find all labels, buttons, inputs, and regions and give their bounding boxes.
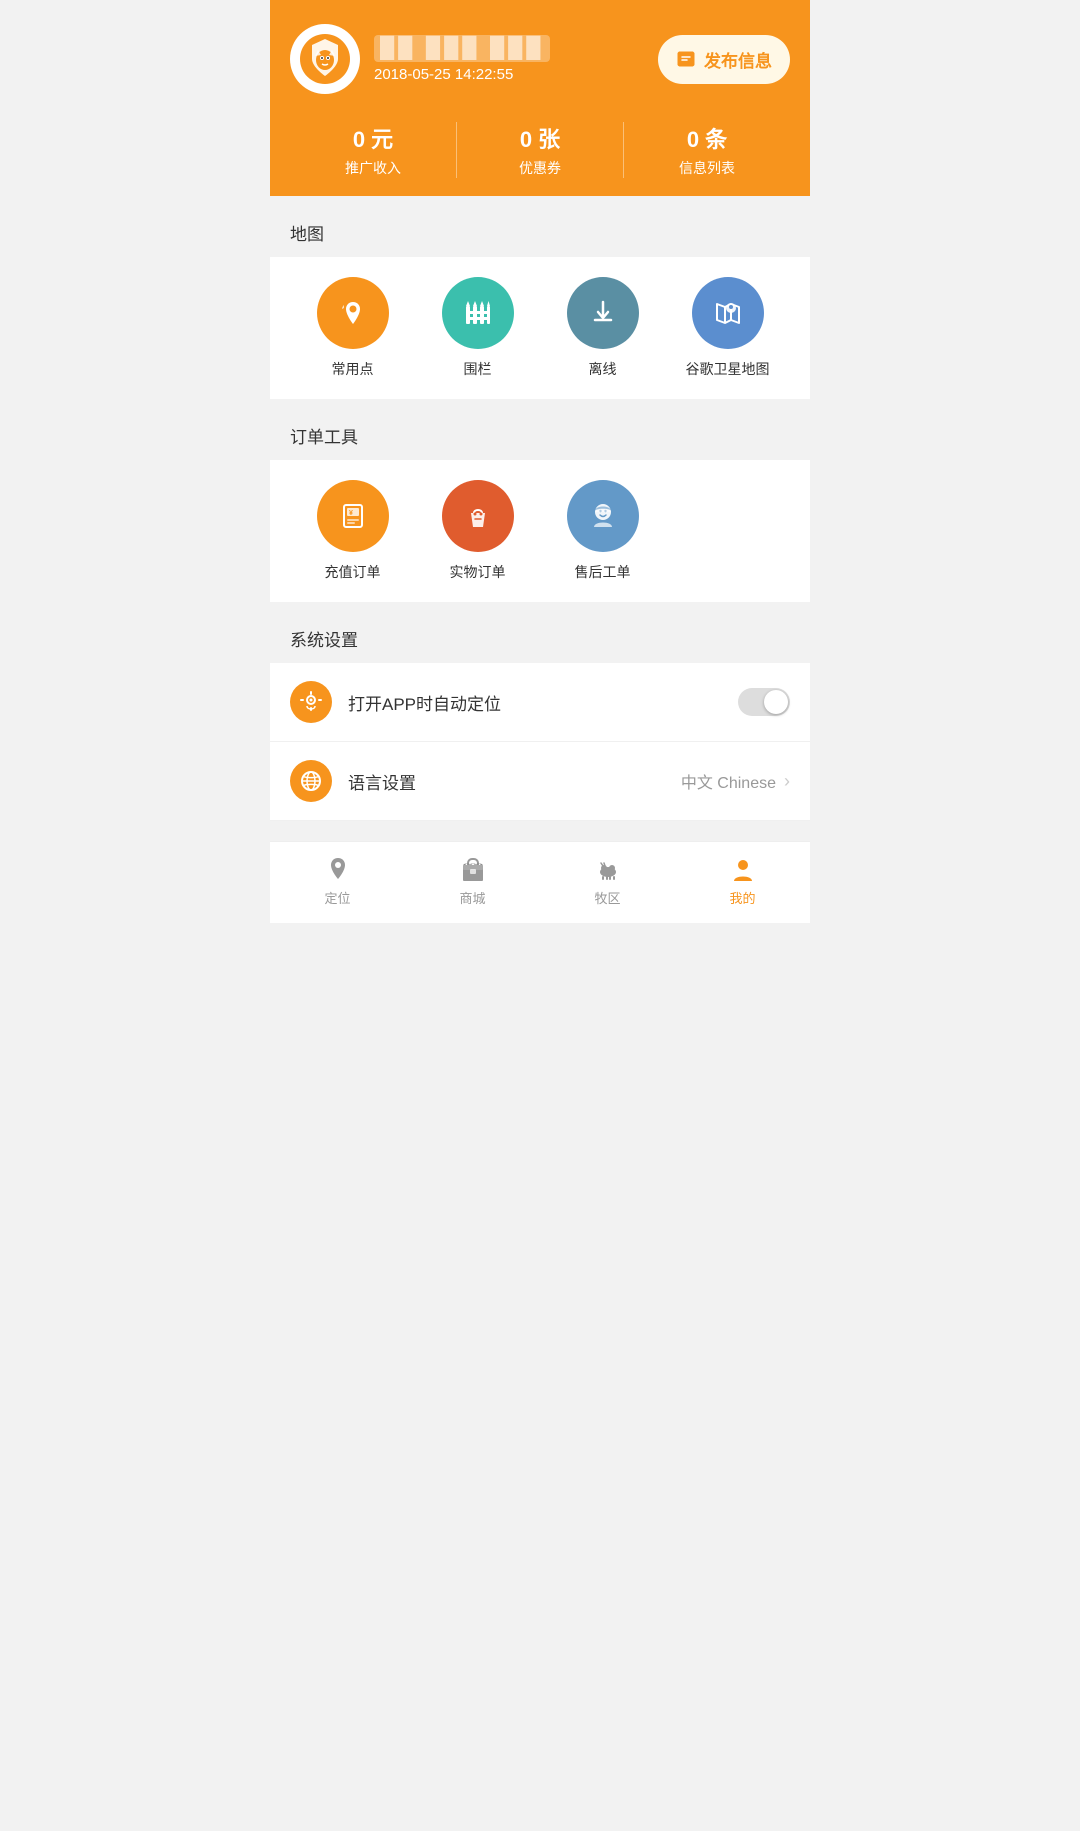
map-icon-grid: 常用点 围栏 [280, 277, 800, 379]
map-item-changyon[interactable]: 常用点 [290, 277, 415, 379]
physical-order-icon-circle [442, 480, 514, 552]
google-map-label: 谷歌卫星地图 [686, 359, 770, 379]
divider-3 [270, 602, 810, 610]
nav-shop-label: 商城 [459, 888, 485, 907]
nav-location-label: 定位 [324, 888, 350, 907]
section-header-settings: 系统设置 [270, 610, 810, 663]
language-settings-label: 语言设置 [348, 769, 681, 794]
stat-list-label: 信息列表 [624, 158, 790, 178]
header-stats: 0 元 推广收入 0 张 优惠券 0 条 信息列表 [290, 102, 790, 196]
divider-2 [270, 399, 810, 407]
settings-item-language[interactable]: 语言设置 中文 Chinese › [270, 742, 810, 821]
header-top: ██ ███ ███ 2018-05-25 14:22:55 发布信息 [290, 24, 790, 94]
svg-text:¥: ¥ [349, 510, 353, 517]
divider-1 [270, 196, 810, 204]
fence-label: 围栏 [464, 359, 492, 379]
nav-profile-label: 我的 [729, 888, 755, 907]
header: ██ ███ ███ 2018-05-25 14:22:55 发布信息 0 元 … [270, 0, 810, 196]
bottom-spacer [270, 821, 810, 841]
section-header-map: 地图 [270, 204, 810, 257]
offline-icon-circle [567, 277, 639, 349]
auto-location-toggle[interactable] [738, 688, 790, 716]
map-item-fence[interactable]: 围栏 [415, 277, 540, 379]
order-item-service[interactable]: 售后工单 [540, 480, 665, 582]
nav-farm-icon [593, 854, 623, 884]
nav-location-icon [323, 854, 353, 884]
nav-item-location[interactable]: 定位 [270, 854, 405, 907]
nav-item-farm[interactable]: 牧区 [540, 854, 675, 907]
language-value: 中文 Chinese [681, 769, 776, 793]
service-label: 售后工单 [575, 562, 631, 582]
recharge-label: 充值订单 [325, 562, 381, 582]
order-item-recharge[interactable]: ¥ 充值订单 [290, 480, 415, 582]
stat-coupon[interactable]: 0 张 优惠券 [456, 122, 623, 178]
stat-promo-value: 0 元 [290, 122, 456, 154]
language-settings-icon [290, 760, 332, 802]
toggle-knob [764, 690, 788, 714]
stat-list[interactable]: 0 条 信息列表 [623, 122, 790, 178]
changyon-icon-circle [317, 277, 389, 349]
stat-list-value: 0 条 [624, 122, 790, 154]
location-settings-label: 打开APP时自动定位 [348, 690, 738, 715]
section-content-orders: ¥ 充值订单 实物订单 [270, 460, 810, 602]
google-map-icon-circle [692, 277, 764, 349]
service-icon-circle [567, 480, 639, 552]
orders-icon-grid: ¥ 充值订单 实物订单 [280, 480, 800, 582]
order-item-physical[interactable]: 实物订单 [415, 480, 540, 582]
map-item-google[interactable]: 谷歌卫星地图 [665, 277, 790, 379]
nav-profile-icon [728, 854, 758, 884]
avatar[interactable] [290, 24, 360, 94]
location-settings-icon [290, 681, 332, 723]
map-item-offline[interactable]: 离线 [540, 277, 665, 379]
user-info: ██ ███ ███ 2018-05-25 14:22:55 [374, 35, 550, 83]
physical-order-label: 实物订单 [450, 562, 506, 582]
nav-farm-label: 牧区 [594, 888, 620, 907]
nav-item-profile[interactable]: 我的 [675, 854, 810, 907]
section-content-map: 常用点 围栏 [270, 257, 810, 399]
publish-btn-label: 发布信息 [704, 47, 772, 72]
section-header-orders: 订单工具 [270, 407, 810, 460]
nav-shop-icon [458, 854, 488, 884]
bottom-nav: 定位 商城 [270, 841, 810, 923]
stat-promo-label: 推广收入 [290, 158, 456, 178]
settings-item-location[interactable]: 打开APP时自动定位 [270, 663, 810, 742]
changyon-label: 常用点 [332, 359, 374, 379]
stat-coupon-value: 0 张 [457, 122, 623, 154]
publish-button[interactable]: 发布信息 [658, 35, 790, 84]
language-value-area: 中文 Chinese › [681, 769, 790, 793]
offline-label: 离线 [589, 359, 617, 379]
username: ██ ███ ███ [374, 35, 550, 62]
stat-promo[interactable]: 0 元 推广收入 [290, 122, 456, 178]
chevron-right-icon: › [784, 771, 790, 792]
datetime: 2018-05-25 14:22:55 [374, 66, 550, 83]
avatar-area: ██ ███ ███ 2018-05-25 14:22:55 [290, 24, 550, 94]
fence-icon-circle [442, 277, 514, 349]
recharge-icon-circle: ¥ [317, 480, 389, 552]
stat-coupon-label: 优惠券 [457, 158, 623, 178]
nav-item-shop[interactable]: 商城 [405, 854, 540, 907]
